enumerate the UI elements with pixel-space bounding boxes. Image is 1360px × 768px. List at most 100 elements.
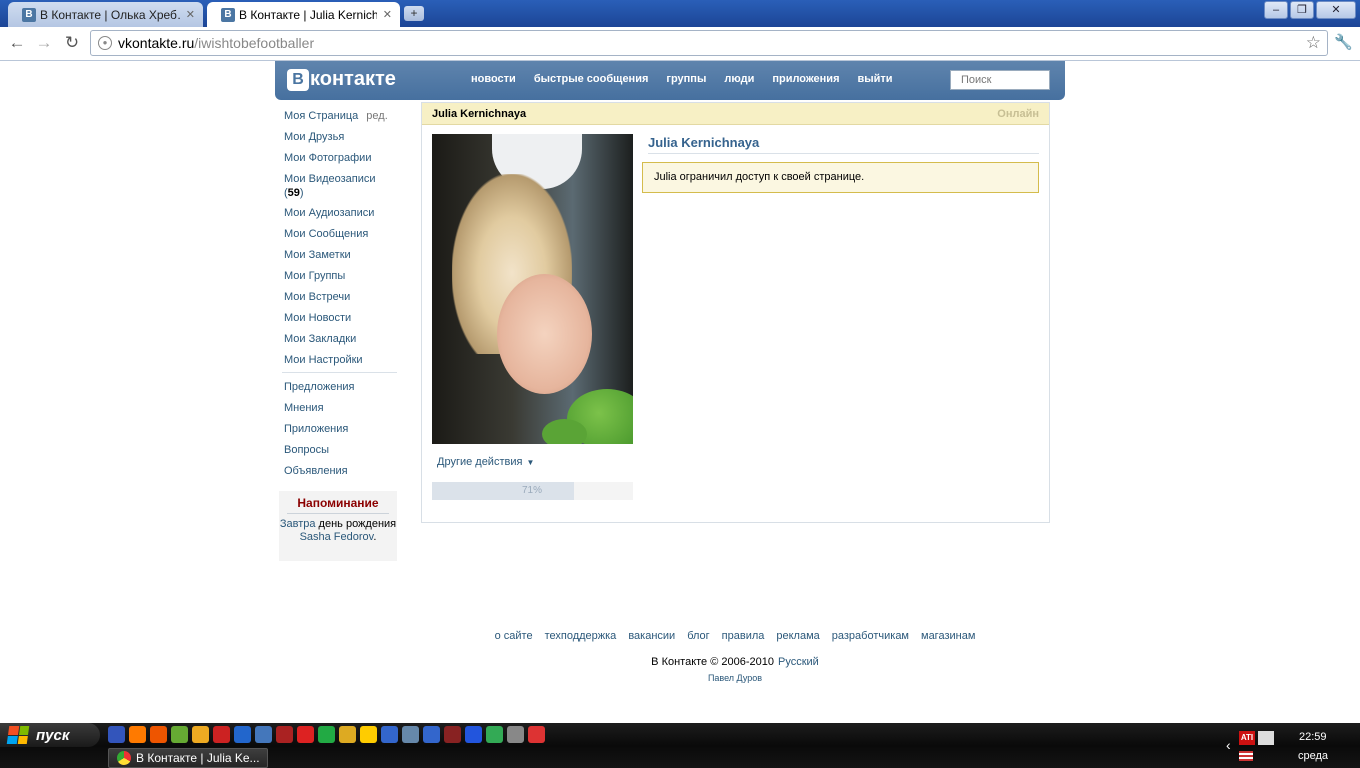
sidebar-item-photos[interactable]: Мои Фотографии: [284, 151, 402, 172]
maximize-icon[interactable]: ❐: [1290, 1, 1314, 19]
quick-launch-icon[interactable]: [402, 726, 419, 743]
top-menu-logout[interactable]: выйти: [857, 73, 892, 85]
reload-icon[interactable]: ↻: [61, 33, 83, 53]
tray-expand-icon[interactable]: ‹: [1226, 737, 1231, 753]
footer-link-ads[interactable]: реклама: [776, 630, 819, 642]
quick-launch-icon[interactable]: [150, 726, 167, 743]
sidebar-item-bookmarks[interactable]: Мои Закладки: [284, 332, 402, 353]
url-path: /iwishtobefootballer: [194, 35, 315, 51]
reminder-person-link[interactable]: Sasha Fedorov: [300, 531, 374, 543]
sidebar-item-questions[interactable]: Вопросы: [284, 443, 402, 464]
chrome-icon: [117, 751, 131, 765]
sidebar-item-offers[interactable]: Предложения: [284, 380, 402, 401]
quick-launch-icon[interactable]: [297, 726, 314, 743]
edit-link[interactable]: ред.: [366, 110, 387, 122]
footer-link-about[interactable]: о сайте: [495, 630, 533, 642]
sidebar-item-messages[interactable]: Мои Сообщения: [284, 227, 402, 248]
sidebar-item-news[interactable]: Мои Новости: [284, 311, 402, 332]
profile-name: Julia Kernichnaya: [648, 135, 1039, 154]
sidebar-item-settings[interactable]: Мои Настройки: [284, 353, 402, 374]
reminder-body: день рождения: [318, 518, 397, 530]
footer-link-shops[interactable]: магазинам: [921, 630, 975, 642]
reminder-text: Завтра день рождения Sasha Fedorov.: [279, 518, 397, 544]
tab-olka[interactable]: В В Контакте | Олька Хреб… ✕: [8, 2, 203, 27]
profile-photo[interactable]: [432, 134, 633, 444]
left-menu: Моя Страница ред. Мои Друзья Мои Фотограф…: [284, 109, 402, 374]
start-button[interactable]: пуск: [0, 723, 100, 747]
sidebar-item-label: Моя Страница: [284, 110, 359, 122]
quick-launch-icon[interactable]: [528, 726, 545, 743]
footer-link-developers[interactable]: разработчикам: [832, 630, 909, 642]
reminder-when-link[interactable]: Завтра: [280, 518, 316, 530]
tab-close-icon[interactable]: ✕: [186, 8, 195, 21]
new-tab-icon[interactable]: +: [404, 6, 424, 21]
tab-close-icon[interactable]: ✕: [383, 8, 392, 21]
reminder-title: Напоминание: [287, 496, 389, 514]
top-menu-quick-messages[interactable]: быстрые сообщения: [534, 73, 649, 85]
sidebar-item-applications[interactable]: Приложения: [284, 422, 402, 443]
minimize-icon[interactable]: –: [1264, 1, 1288, 19]
quick-launch-icon[interactable]: [192, 726, 209, 743]
quick-launch-icon[interactable]: [465, 726, 482, 743]
quick-launch: [108, 726, 545, 743]
quick-launch-icon[interactable]: [381, 726, 398, 743]
top-menu-apps[interactable]: приложения: [772, 73, 839, 85]
reminder-box: Напоминание Завтра день рождения Sasha F…: [279, 491, 397, 561]
back-icon[interactable]: ←: [6, 33, 28, 53]
vk-logo[interactable]: В контакте: [287, 68, 396, 91]
us-flag-icon[interactable]: [1239, 751, 1253, 761]
quick-launch-icon[interactable]: [360, 726, 377, 743]
quick-launch-icon[interactable]: [486, 726, 503, 743]
search-input[interactable]: Поиск: [950, 70, 1050, 90]
ati-icon[interactable]: ATI: [1239, 731, 1255, 745]
footer-link-jobs[interactable]: вакансии: [628, 630, 675, 642]
footer-link-blog[interactable]: блог: [687, 630, 709, 642]
globe-icon: ●: [98, 36, 112, 50]
taskbar-chrome-window[interactable]: В Контакте | Julia Ke...: [108, 748, 268, 768]
sidebar-item-friends[interactable]: Мои Друзья: [284, 130, 402, 151]
vk-favicon-icon: В: [22, 7, 36, 22]
quick-launch-icon[interactable]: [318, 726, 335, 743]
tab-strip: В В Контакте | Олька Хреб… ✕ В В Контакт…: [0, 0, 1360, 27]
sidebar-item-my-page[interactable]: Моя Страница ред.: [284, 109, 402, 130]
top-menu-people[interactable]: люди: [724, 73, 754, 85]
quick-launch-icon[interactable]: [423, 726, 440, 743]
tray-app-icon[interactable]: [1258, 731, 1274, 745]
address-bar[interactable]: ● vkontakte.ru /iwishtobefootballer ☆: [90, 30, 1328, 56]
sidebar-item-groups[interactable]: Мои Группы: [284, 269, 402, 290]
top-menu: новости быстрые сообщения группы люди пр…: [471, 73, 893, 85]
tab-title: В Контакте | Олька Хреб…: [40, 7, 180, 22]
wrench-icon[interactable]: 🔧: [1334, 33, 1353, 51]
footer-link-support[interactable]: техподдержка: [545, 630, 617, 642]
quick-launch-icon[interactable]: [507, 726, 524, 743]
tab-julia[interactable]: В В Контакте | Julia Kernich… ✕: [207, 2, 400, 27]
sidebar-item-opinions[interactable]: Мнения: [284, 401, 402, 422]
top-menu-news[interactable]: новости: [471, 73, 516, 85]
sidebar-item-events[interactable]: Мои Встречи: [284, 290, 402, 311]
sidebar-item-videos[interactable]: Мои Видеозаписи (59): [284, 172, 402, 206]
quick-launch-icon[interactable]: [276, 726, 293, 743]
top-menu-groups[interactable]: группы: [666, 73, 706, 85]
vk-favicon-icon: В: [221, 7, 235, 22]
forward-icon[interactable]: →: [33, 33, 55, 53]
quick-launch-icon[interactable]: [108, 726, 125, 743]
quick-launch-icon[interactable]: [234, 726, 251, 743]
other-actions-button[interactable]: Другие действия ▼: [437, 456, 534, 468]
quick-launch-icon[interactable]: [444, 726, 461, 743]
close-icon[interactable]: ✕: [1316, 1, 1356, 19]
quick-launch-icon[interactable]: [213, 726, 230, 743]
author-link[interactable]: Павел Дуров: [420, 673, 1050, 683]
quick-launch-icon[interactable]: [339, 726, 356, 743]
sidebar-item-notes[interactable]: Мои Заметки: [284, 248, 402, 269]
screen: В В Контакте | Олька Хреб… ✕ В В Контакт…: [0, 0, 1360, 768]
sidebar-item-audio[interactable]: Мои Аудиозаписи: [284, 206, 402, 227]
star-icon[interactable]: ☆: [1306, 33, 1321, 53]
profile-panel: Julia Kernichnaya Онлайн Другие действия…: [421, 102, 1050, 523]
quick-launch-icon[interactable]: [255, 726, 272, 743]
quick-launch-icon[interactable]: [171, 726, 188, 743]
sidebar-item-ads[interactable]: Объявления: [284, 464, 402, 485]
footer-links: о сайте техподдержка вакансии блог прави…: [420, 630, 1050, 642]
footer-link-rules[interactable]: правила: [722, 630, 765, 642]
quick-launch-icon[interactable]: [129, 726, 146, 743]
language-link[interactable]: Русский: [778, 656, 819, 668]
